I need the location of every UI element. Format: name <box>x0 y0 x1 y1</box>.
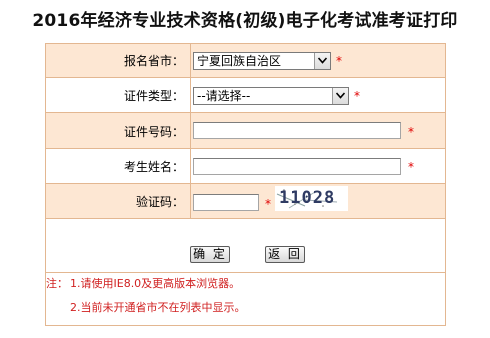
required-mark: * <box>408 125 414 139</box>
captcha-label: 验证码： <box>135 195 184 209</box>
note-item-1: 1.请使用IE8.0及更高版本浏览器。 <box>70 277 241 290</box>
form-row-name: 考生姓名： * <box>46 149 445 184</box>
id-type-label: 证件类型： <box>123 89 184 103</box>
form-row-notes: 注： 1.请使用IE8.0及更高版本浏览器。 2.当前未开通省市不在列表中显示。 <box>46 273 445 325</box>
page-title: 2016年经济专业技术资格(初级)电子化考试准考证打印 <box>32 11 458 31</box>
required-mark: * <box>336 54 342 68</box>
required-mark: * <box>354 89 360 103</box>
form-row-id-type: 证件类型： --请选择-- * <box>46 78 445 113</box>
province-select-value: 宁夏回族自治区 <box>197 54 282 68</box>
id-type-select-value: --请选择-- <box>197 89 251 103</box>
province-label: 报名省市： <box>123 54 184 68</box>
notes-prefix: 注： <box>46 277 68 290</box>
id-number-input[interactable] <box>193 122 401 139</box>
required-mark: * <box>265 197 271 211</box>
form-row-id-number: 证件号码： * <box>46 113 445 149</box>
required-mark: * <box>408 160 414 174</box>
row-divider <box>190 78 191 112</box>
form-row-buttons: 确 定 返 回 <box>46 219 445 273</box>
chevron-down-icon[interactable] <box>332 88 348 104</box>
form-row-province: 报名省市： 宁夏回族自治区 * <box>46 44 445 78</box>
province-select[interactable]: 宁夏回族自治区 <box>193 52 331 70</box>
captcha-input[interactable] <box>193 194 259 211</box>
row-divider <box>190 44 191 77</box>
row-divider <box>190 113 191 148</box>
confirm-button[interactable]: 确 定 <box>190 246 230 263</box>
name-label: 考生姓名： <box>123 160 184 174</box>
id-number-label: 证件号码： <box>123 125 184 139</box>
name-input[interactable] <box>193 158 401 175</box>
print-form: 报名省市： 宁夏回族自治区 * 证件类型： --请选择-- * 证件号码： * … <box>45 43 446 326</box>
row-divider <box>190 149 191 183</box>
captcha-image[interactable]: 11028 <box>275 186 348 211</box>
id-type-select[interactable]: --请选择-- <box>193 87 349 105</box>
captcha-text: 11028 <box>279 188 336 208</box>
note-item-2: 2.当前未开通省市不在列表中显示。 <box>70 301 246 314</box>
form-row-captcha: 验证码： * 11028 <box>46 184 445 219</box>
back-button[interactable]: 返 回 <box>265 246 305 263</box>
chevron-down-icon[interactable] <box>314 53 330 69</box>
row-divider <box>190 184 191 218</box>
